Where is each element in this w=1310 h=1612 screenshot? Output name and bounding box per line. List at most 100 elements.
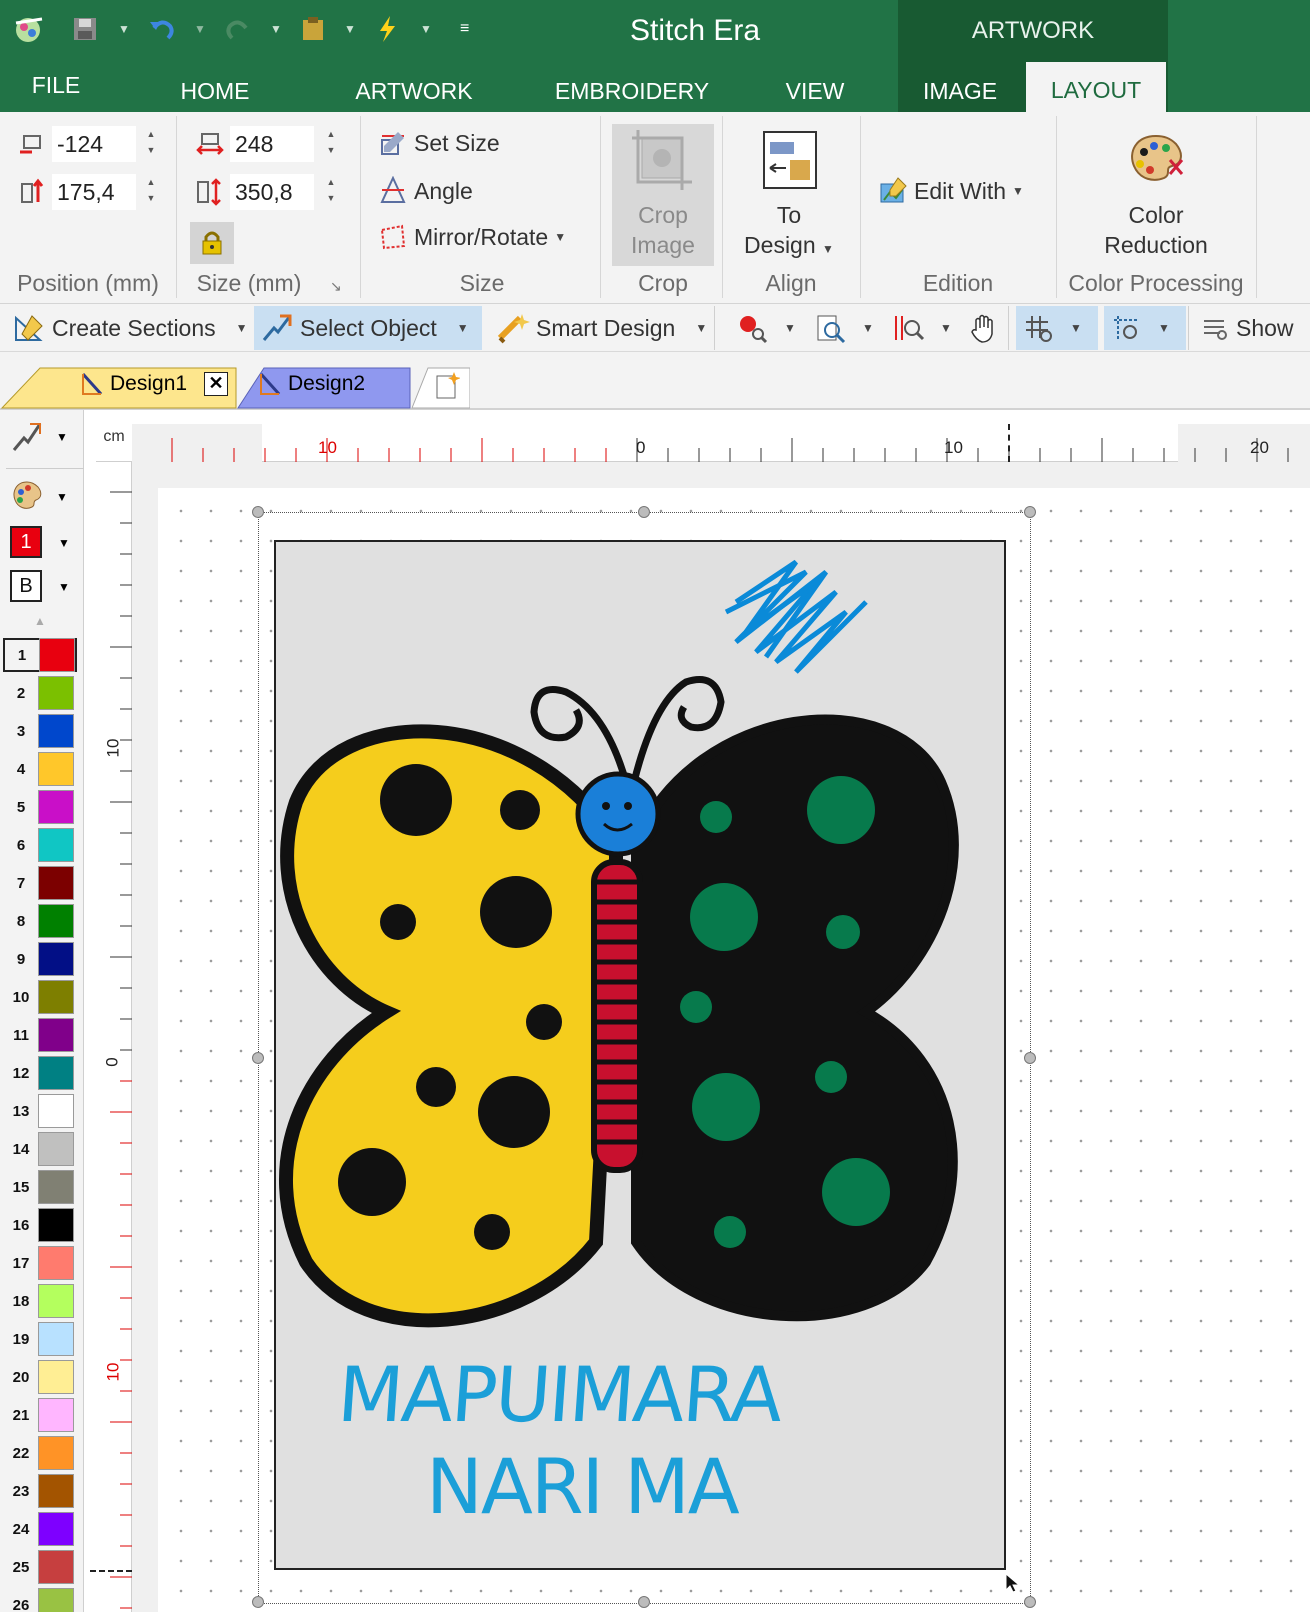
palette-color-1[interactable]: 1 [3,638,77,672]
undo-icon[interactable] [146,14,178,44]
palette-color-swatch[interactable] [38,1094,74,1128]
resize-handle-nw[interactable] [252,506,264,518]
resize-handle-n[interactable] [638,506,650,518]
palette-color-17[interactable]: 17 [4,1246,78,1280]
palette-color-swatch[interactable] [38,828,74,862]
position-y-spinner[interactable]: ▲ ▼ [142,174,160,210]
zoom-button[interactable]: ▼ [808,306,880,350]
palette-color-8[interactable]: 8 [4,904,78,938]
tab-artwork[interactable]: ARTWORK [340,58,488,112]
palette-color-swatch[interactable] [38,1246,74,1280]
resize-handle-s[interactable] [638,1596,650,1608]
palette-color-swatch[interactable] [38,1170,74,1204]
palette-color-22[interactable]: 22 [4,1436,78,1470]
select-object-button[interactable]: Select Object ▼ [254,306,482,350]
color-zoom-dropdown-icon[interactable]: ▼ [784,321,796,335]
snap-dropdown-icon[interactable]: ▼ [1158,321,1170,335]
lock-aspect-button[interactable] [190,222,234,264]
height-spinner[interactable]: ▲ ▼ [322,174,340,210]
save-icon[interactable] [70,14,100,44]
background-color-dropdown-icon[interactable]: ▼ [58,580,70,594]
palette-color-swatch[interactable] [38,676,74,710]
palette-color-swatch[interactable] [38,1056,74,1090]
palette-color-swatch[interactable] [38,1284,74,1318]
tab-layout[interactable]: LAYOUT [1026,62,1166,112]
palette-color-swatch[interactable] [38,752,74,786]
zoom-fit-dropdown-icon[interactable]: ▼ [940,321,952,335]
width-input[interactable]: 248 [230,126,314,162]
resize-handle-ne[interactable] [1024,506,1036,518]
crop-image-button[interactable]: Crop Image [612,124,714,266]
palette-color-swatch[interactable] [38,1132,74,1166]
palette-color-11[interactable]: 11 [4,1018,78,1052]
current-color-indicator[interactable]: 1 [10,526,42,558]
mirror-rotate-button[interactable]: Mirror/Rotate ▼ [378,222,566,252]
resize-handle-e[interactable] [1024,1052,1036,1064]
palette-color-26[interactable]: 26 [4,1588,78,1612]
palette-color-2[interactable]: 2 [4,676,78,710]
palette-tool-dropdown-icon[interactable]: ▼ [56,490,68,504]
palette-color-13[interactable]: 13 [4,1094,78,1128]
position-x-spinner[interactable]: ▲ ▼ [142,126,160,162]
color-picker-zoom-button[interactable]: ▼ [730,306,802,350]
palette-color-swatch[interactable] [38,1208,74,1242]
palette-color-23[interactable]: 23 [4,1474,78,1508]
customize-qat-icon[interactable]: ≡ [460,14,469,44]
palette-tool-icon[interactable] [10,480,44,517]
tab-image[interactable]: IMAGE [904,58,1016,112]
palette-color-swatch[interactable] [38,790,74,824]
position-x-input[interactable]: -124 [52,126,136,162]
palette-color-swatch[interactable] [38,1436,74,1470]
smart-design-dropdown-icon[interactable]: ▼ [695,321,707,335]
palette-color-swatch[interactable] [38,942,74,976]
palette-color-swatch[interactable] [39,638,75,672]
smart-design-button[interactable]: Smart Design ▼ [490,306,713,350]
palette-color-swatch[interactable] [38,714,74,748]
palette-color-6[interactable]: 6 [4,828,78,862]
set-size-button[interactable]: Set Size [378,128,500,158]
palette-color-12[interactable]: 12 [4,1056,78,1090]
color-reduction-button[interactable]: Color Reduction [1066,124,1246,266]
lightning-icon[interactable] [372,14,402,44]
palette-color-swatch[interactable] [38,1018,74,1052]
background-color-indicator[interactable]: B [10,570,42,602]
palette-scroll-up-icon[interactable]: ▲ [34,614,46,628]
current-color-dropdown-icon[interactable]: ▼ [58,536,70,550]
palette-color-24[interactable]: 24 [4,1512,78,1546]
new-document-icon[interactable] [434,372,461,400]
paste-dropdown-icon[interactable]: ▼ [344,14,356,44]
palette-color-5[interactable]: 5 [4,790,78,824]
palette-color-18[interactable]: 18 [4,1284,78,1318]
to-design-button[interactable]: To Design ▼ [730,124,848,266]
create-sections-button[interactable]: Create Sections ▼ [6,306,254,350]
palette-color-swatch[interactable] [38,1398,74,1432]
palette-color-16[interactable]: 16 [4,1208,78,1242]
undo-dropdown-icon[interactable]: ▼ [194,14,206,44]
create-sections-dropdown-icon[interactable]: ▼ [236,321,248,335]
palette-color-14[interactable]: 14 [4,1132,78,1166]
tab-home[interactable]: HOME [150,58,280,112]
edit-with-dropdown-icon[interactable]: ▼ [1012,184,1024,198]
app-logo-icon[interactable] [12,14,48,44]
doc-tab-design2[interactable]: Design2 [218,362,365,406]
palette-color-swatch[interactable] [38,1474,74,1508]
dialog-launcher-icon[interactable]: ↘ [330,278,342,295]
grid-dropdown-icon[interactable]: ▼ [1070,321,1082,335]
pan-button[interactable] [962,306,1008,350]
palette-color-25[interactable]: 25 [4,1550,78,1584]
resize-handle-se[interactable] [1024,1596,1036,1608]
palette-color-swatch[interactable] [38,1360,74,1394]
tab-file[interactable]: FILE [10,58,102,112]
lightning-dropdown-icon[interactable]: ▼ [420,14,432,44]
snap-button[interactable]: ▼ [1104,306,1186,350]
zoom-fit-button[interactable]: ▼ [886,306,958,350]
tab-embroidery[interactable]: EMBROIDERY [544,58,720,112]
pointer-tool-dropdown-icon[interactable]: ▼ [56,430,68,444]
palette-color-swatch[interactable] [38,1550,74,1584]
grid-button[interactable]: ▼ [1016,306,1098,350]
palette-color-3[interactable]: 3 [4,714,78,748]
palette-color-15[interactable]: 15 [4,1170,78,1204]
redo-icon[interactable] [222,14,254,44]
edit-with-button[interactable]: Edit With ▼ [878,176,1024,206]
select-object-dropdown-icon[interactable]: ▼ [457,321,469,335]
